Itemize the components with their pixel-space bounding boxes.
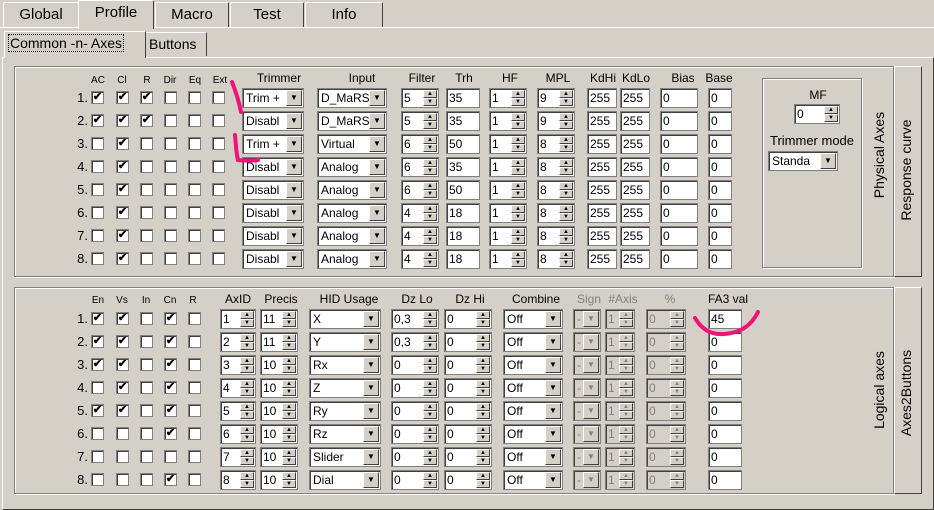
tab-profile[interactable]: Profile (78, 0, 154, 29)
annotation-stroke-1 (230, 80, 243, 114)
subtab-common-axes[interactable]: Common -n- Axes (4, 31, 146, 58)
subtab-common-axes-label: Common -n- Axes (8, 34, 125, 52)
annotation-stroke-3 (693, 310, 760, 337)
annotation-marks (230, 80, 760, 337)
annotation-stroke-2 (233, 133, 260, 163)
